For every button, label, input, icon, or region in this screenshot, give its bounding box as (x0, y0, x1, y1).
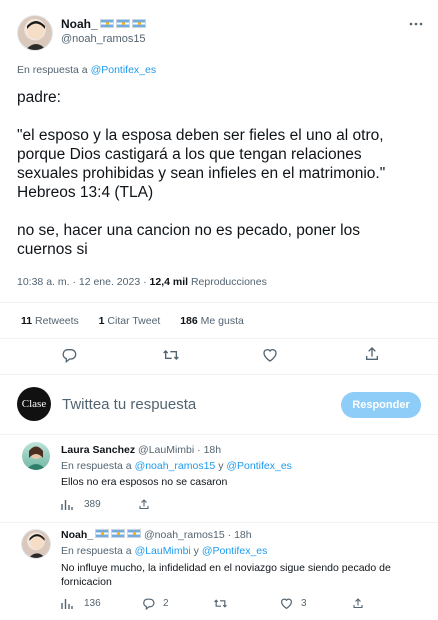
flag-icon (99, 19, 114, 28)
reply-author-handle[interactable]: @noah_ramos15 (144, 529, 225, 541)
reply-input[interactable]: Twittea tu respuesta (62, 396, 196, 413)
flag-icon (127, 529, 142, 538)
reply-actions: 136 2 3 (0, 597, 438, 613)
views-count: 136 (84, 598, 101, 609)
reply-author-avatar[interactable] (22, 442, 50, 470)
list-item: Noah_ @noah_ramos15 · 18h (61, 529, 252, 541)
reply-time[interactable]: · 18h (228, 529, 252, 541)
views-icon[interactable] (61, 598, 73, 610)
share-icon[interactable] (138, 498, 150, 511)
stats-row: 11 Retweets 1 Citar Tweet 186 Me gusta (21, 315, 244, 327)
author-avatar[interactable] (17, 15, 53, 51)
likes-stat[interactable]: 186 Me gusta (180, 315, 244, 327)
reply-text: No influye mucho, la infidelidad en el n… (61, 562, 391, 588)
reply-to-link[interactable]: @Pontifex_es (226, 460, 292, 472)
more-options-icon[interactable] (408, 16, 424, 32)
flag-icon (115, 19, 130, 28)
tweet-text: padre: "el esposo y la esposa deben ser … (17, 89, 386, 258)
reply-time[interactable]: · 18h (197, 444, 221, 456)
reply-author-name[interactable]: Laura Sanchez (61, 444, 135, 456)
reply-context: En respuesta a @noah_ramos15 y @Pontifex… (61, 460, 292, 472)
author-handle[interactable]: @noah_ramos15 (61, 33, 146, 45)
retweets-stat[interactable]: 11 Retweets (21, 315, 79, 327)
views-count: 389 (84, 499, 101, 510)
like-icon[interactable] (262, 347, 278, 363)
reply-actions: 389 (0, 498, 438, 514)
reply-author-handle[interactable]: @LauMimbi (138, 444, 194, 456)
reply-to-link[interactable]: @LauMimbi (135, 545, 191, 557)
list-item: Laura Sanchez @LauMimbi · 18h (61, 444, 221, 456)
like-icon[interactable] (280, 597, 293, 610)
views-label: Reproducciones (190, 276, 267, 288)
share-icon[interactable] (364, 346, 380, 362)
views-icon[interactable] (61, 499, 73, 511)
tweet-metadata: 10:38 a. m. · 12 ene. 2023 · 12,4 mil Re… (17, 276, 267, 288)
reply-author-avatar[interactable] (21, 529, 51, 559)
tweet-actions (0, 345, 438, 367)
reply-to-link[interactable]: @Pontifex_es (202, 545, 268, 557)
reply-author-name[interactable]: Noah_ (61, 529, 93, 541)
reply-to-link[interactable]: @Pontifex_es (91, 64, 157, 76)
author-name[interactable]: Noah_ (61, 17, 146, 31)
retweet-icon[interactable] (213, 597, 228, 610)
flag-icon (131, 19, 146, 28)
reply-text: Ellos no era esposos no se casaron (61, 476, 228, 488)
reply-icon[interactable] (142, 597, 155, 610)
flag-icon (111, 529, 126, 538)
flag-icon (95, 529, 110, 538)
quotes-stat[interactable]: 1 Citar Tweet (99, 315, 161, 327)
views-count: 12,4 mil (149, 276, 189, 288)
share-icon[interactable] (352, 597, 364, 610)
retweet-icon[interactable] (162, 347, 180, 363)
reply-button[interactable]: Responder (341, 392, 421, 418)
reply-icon[interactable] (61, 347, 77, 363)
reply-to-link[interactable]: @noah_ramos15 (135, 460, 216, 472)
composer-avatar[interactable]: Clase (17, 387, 51, 421)
reply-context: En respuesta a @LauMimbi y @Pontifex_es (61, 545, 268, 557)
reply-count: 2 (163, 598, 169, 609)
reply-context: En respuesta a @Pontifex_es (17, 64, 157, 76)
tweet-timestamp[interactable]: 10:38 a. m. · 12 ene. 2023 · (17, 276, 147, 288)
like-count: 3 (301, 598, 307, 609)
